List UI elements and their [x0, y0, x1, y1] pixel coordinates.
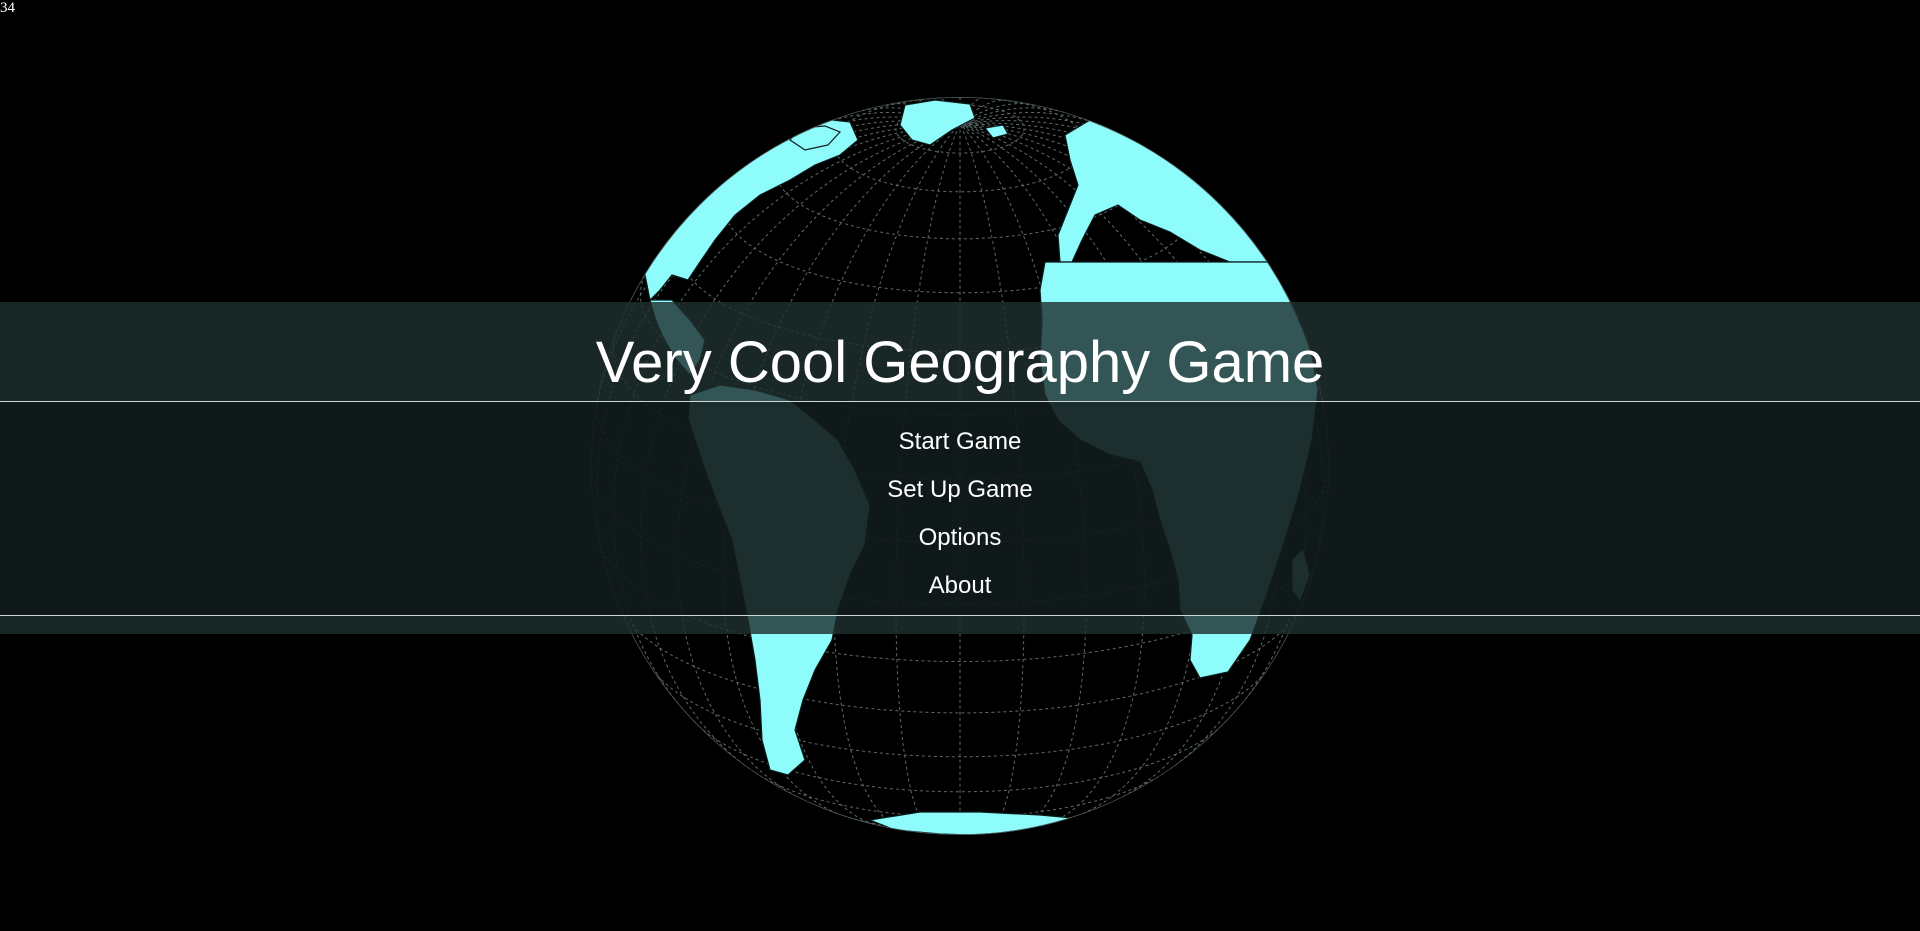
options-button[interactable]: Options — [840, 514, 1080, 562]
about-button[interactable]: About — [840, 562, 1080, 610]
fps-counter: 34 — [0, 0, 15, 16]
set-up-game-button[interactable]: Set Up Game — [840, 466, 1080, 514]
main-menu: Start Game Set Up Game Options About — [0, 418, 1920, 610]
start-game-button[interactable]: Start Game — [840, 418, 1080, 466]
game-title: Very Cool Geography Game — [595, 330, 1325, 395]
